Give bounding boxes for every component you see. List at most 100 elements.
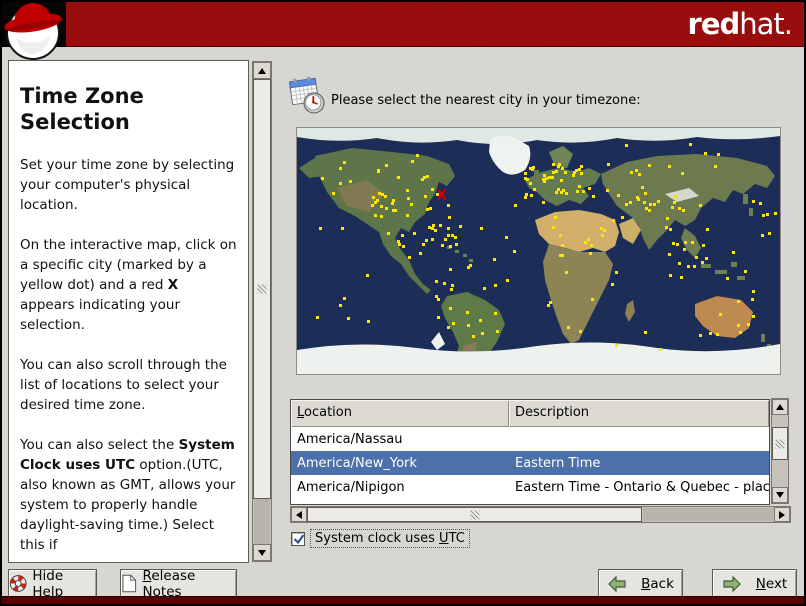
column-header-description[interactable]: Description — [509, 400, 769, 427]
city-dot — [657, 199, 661, 203]
tz-scroll-down-button[interactable] — [772, 487, 788, 503]
city-dot — [447, 226, 451, 230]
city-dot — [567, 326, 571, 330]
tz-scroll-left-button[interactable] — [291, 507, 307, 522]
city-dot — [591, 298, 595, 302]
redhat-shadowman-logo — [2, 2, 68, 65]
city-dot — [468, 264, 472, 268]
help-paragraph: On the interactive map, click on a speci… — [20, 237, 237, 333]
timezone-location: America/Nipigon — [297, 479, 405, 495]
city-dot — [472, 334, 476, 338]
world-map[interactable]: X — [296, 127, 781, 375]
city-dot — [578, 329, 582, 333]
city-dot — [338, 304, 342, 308]
city-dot — [739, 330, 743, 334]
timezone-vscrollbar[interactable] — [771, 398, 789, 504]
city-dot — [681, 171, 685, 175]
city-dot — [543, 174, 547, 178]
city-dot — [668, 227, 672, 231]
city-dot — [689, 143, 693, 147]
city-dot — [392, 198, 396, 202]
help-scroll-down-button[interactable] — [253, 544, 271, 561]
city-dot — [449, 245, 453, 249]
city-dot — [529, 194, 533, 198]
city-dot — [703, 151, 707, 155]
city-dot — [668, 273, 672, 277]
city-dot — [774, 212, 778, 216]
city-dot — [448, 306, 452, 310]
tz-scroll-right-button[interactable] — [774, 507, 790, 522]
tz-vscroll-thumb[interactable] — [772, 427, 788, 460]
city-dot — [430, 237, 434, 241]
utc-checkbox[interactable] — [291, 531, 305, 546]
city-dot — [318, 226, 322, 230]
city-dot — [450, 288, 454, 292]
timezone-prompt: Please select the nearest city in your t… — [331, 93, 641, 108]
city-dot — [702, 243, 706, 247]
city-dot — [577, 168, 581, 172]
city-dot — [410, 160, 414, 164]
help-scroll-up-button[interactable] — [253, 62, 271, 79]
timezone-row[interactable]: America/New_York Eastern Time — [291, 451, 769, 475]
column-header-location[interactable]: Location — [291, 400, 509, 427]
utc-checkbox-label[interactable]: System clock uses UTC — [310, 529, 470, 548]
timezone-location: America/Nassau — [297, 431, 403, 447]
release-notes-button[interactable]: Release Notes — [120, 568, 237, 600]
top-banner — [2, 2, 804, 47]
city-dot — [390, 202, 394, 206]
city-dot — [444, 238, 448, 242]
city-dot — [624, 143, 628, 147]
city-dot — [752, 199, 756, 203]
city-dot — [637, 198, 641, 202]
city-dot — [673, 194, 677, 198]
city-dot — [683, 240, 687, 244]
next-button[interactable]: Next — [712, 569, 797, 598]
city-dot — [704, 256, 708, 260]
help-scroll-thumb[interactable] — [253, 79, 271, 499]
help-scroll-track[interactable] — [254, 499, 270, 545]
city-dot — [726, 277, 730, 281]
city-dot — [374, 213, 378, 217]
city-dot — [673, 201, 677, 205]
city-dot — [449, 267, 453, 271]
document-icon — [122, 574, 137, 593]
city-dot — [512, 250, 516, 254]
city-dot — [677, 207, 681, 211]
city-dot — [716, 332, 720, 336]
city-dot — [698, 334, 702, 338]
city-dot — [424, 194, 428, 198]
city-dot — [441, 244, 445, 248]
city-dot — [560, 166, 564, 170]
city-dot — [532, 188, 536, 192]
city-dot — [747, 323, 751, 327]
city-dot — [718, 313, 722, 317]
back-button[interactable]: Back — [598, 569, 683, 598]
help-scrollbar[interactable] — [252, 61, 272, 562]
tz-hscroll-track[interactable] — [643, 508, 774, 521]
city-dot — [587, 186, 591, 190]
city-dot — [665, 217, 669, 221]
help-paragraphs: Set your time zone by selecting your com… — [20, 155, 237, 555]
timezone-row[interactable]: America/Nipigon Eastern Time - Ontario & … — [291, 475, 769, 499]
city-dot — [342, 160, 346, 164]
city-dot — [761, 233, 765, 237]
hide-help-button[interactable]: Hide Help — [8, 568, 97, 600]
tz-scroll-up-button[interactable] — [772, 399, 788, 415]
timezone-row[interactable]: America/Nassau — [291, 427, 769, 451]
tz-hscroll-thumb[interactable] — [307, 507, 642, 522]
city-dot — [768, 232, 772, 236]
utc-checkbox-row: System clock uses UTC — [291, 529, 470, 548]
city-dot — [406, 197, 410, 201]
city-dot — [653, 202, 657, 206]
city-dot — [565, 191, 569, 195]
city-dot — [505, 235, 509, 239]
city-dot — [371, 196, 375, 200]
city-dot — [586, 237, 590, 241]
map-dots — [297, 128, 780, 374]
city-dot — [430, 187, 434, 191]
timezone-hscrollbar[interactable] — [290, 506, 791, 523]
city-dot — [366, 274, 370, 278]
city-dot — [524, 176, 528, 180]
city-dot — [731, 250, 735, 254]
city-dot — [736, 300, 740, 304]
